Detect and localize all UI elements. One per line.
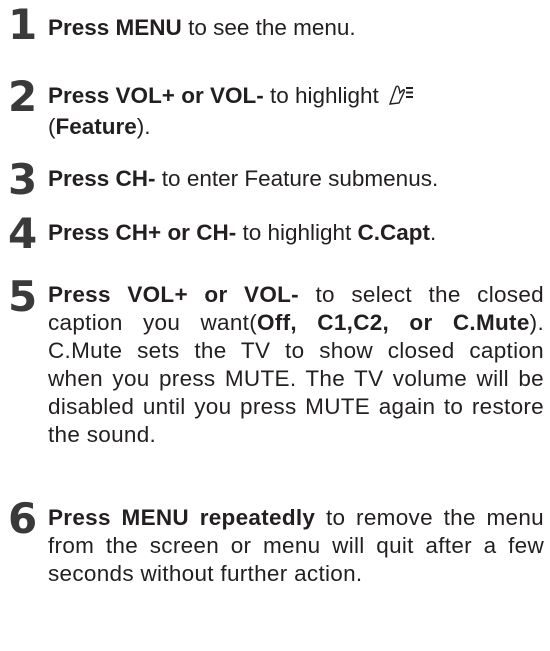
step-number: 6: [8, 494, 38, 543]
step-description: to highlight: [263, 83, 386, 108]
step-text: Press VOL+ or VOL- to highlight (Feature…: [48, 82, 544, 141]
paren-close: ).: [136, 114, 151, 139]
step-number: 3: [8, 155, 38, 204]
step-action: Press VOL+ or VOL-: [48, 83, 264, 108]
step-text: Press VOL+ or VOL- to select the closed …: [48, 281, 544, 449]
step-description: to see the menu.: [181, 15, 356, 40]
step-end: .: [430, 220, 437, 245]
step-text: Press MENU to see the menu.: [48, 14, 544, 42]
step-action: Press CH+ or CH-: [48, 220, 237, 245]
step-number: 5: [8, 272, 38, 321]
step-action: Press MENU repeatedly: [48, 505, 316, 530]
step-number: 2: [8, 72, 38, 121]
step-text: Press CH- to enter Feature submenus.: [48, 165, 544, 193]
caption-options: Off, C1,C2, or C.Mute: [257, 310, 530, 335]
step-description: to enter Feature submenus.: [155, 166, 439, 191]
step-text: Press MENU repeatedly to remove the menu…: [48, 504, 544, 588]
feature-label: Feature: [55, 114, 137, 139]
instruction-page: 1 Press MENU to see the menu. 2 Press VO…: [0, 0, 550, 651]
step-text: Press CH+ or CH- to highlight C.Capt.: [48, 219, 544, 247]
feature-icon: [387, 84, 415, 113]
step-number: 4: [8, 209, 38, 258]
step-action: Press VOL+ or VOL-: [48, 282, 299, 307]
setting-name: C.Capt: [357, 220, 431, 245]
step-number: 1: [8, 0, 38, 49]
step-description: to highlight: [236, 220, 358, 245]
step-action: Press MENU: [48, 15, 182, 40]
step-action: Press CH-: [48, 166, 156, 191]
paren-open: (: [48, 114, 56, 139]
